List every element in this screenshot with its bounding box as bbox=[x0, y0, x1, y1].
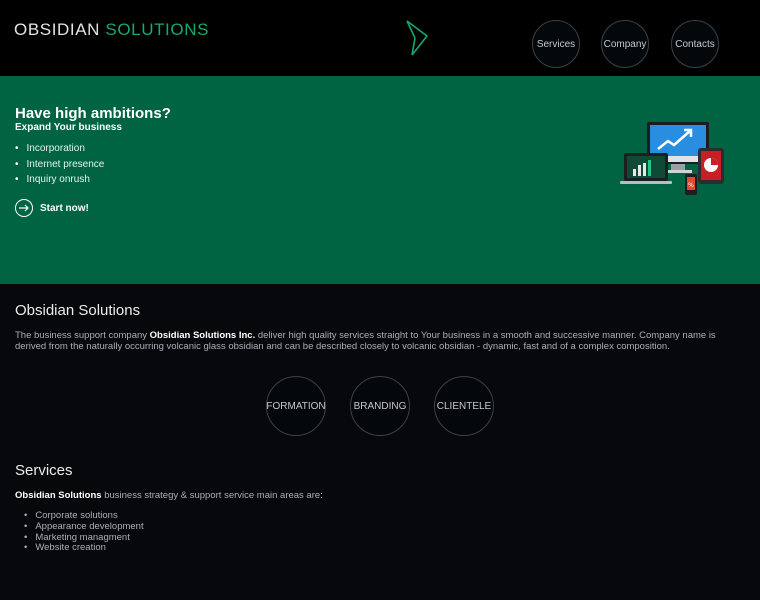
logo-word-solutions: SOLUTIONS bbox=[105, 20, 210, 39]
services-title: Services bbox=[15, 462, 73, 479]
start-now-button[interactable]: Start now! bbox=[15, 199, 89, 217]
service-item: Appearance development bbox=[24, 521, 143, 533]
devices-illustration: % bbox=[620, 122, 724, 195]
svg-text:%: % bbox=[688, 182, 694, 189]
service-item: Website creation bbox=[24, 543, 144, 554]
nav-services-button[interactable]: Services bbox=[532, 20, 580, 68]
services-intro-company: Obsidian Solutions bbox=[15, 490, 102, 501]
start-now-label: Start now! bbox=[40, 202, 89, 214]
hero-bullet: Internet presence bbox=[15, 157, 105, 173]
arrow-right-icon bbox=[15, 199, 33, 217]
logo-word-obsidian: OBSIDIAN bbox=[14, 20, 101, 39]
hero-bullet: Inquiry onrush bbox=[15, 172, 104, 188]
nav-company-button[interactable]: Company bbox=[601, 20, 649, 68]
feature-formation-circle[interactable]: FORMATION bbox=[266, 376, 326, 436]
site-header: OBSIDIAN SOLUTIONS Services Company Cont… bbox=[0, 0, 760, 76]
about-text-prefix: The business support company bbox=[15, 330, 150, 341]
hero-bullet-list: Incorporation Internet presence Inquiry … bbox=[15, 141, 105, 188]
hero-banner: Have high ambitions? Expand Your busines… bbox=[0, 76, 760, 284]
feature-clientele-circle[interactable]: CLIENTELE bbox=[434, 376, 494, 436]
services-intro-text: business strategy & support service main… bbox=[101, 490, 323, 501]
services-list: Corporate solutions Appearance developme… bbox=[24, 510, 144, 554]
about-title: Obsidian Solutions bbox=[15, 302, 141, 319]
triangle-emblem-icon bbox=[406, 20, 429, 56]
services-intro: Obsidian Solutions business strategy & s… bbox=[15, 490, 323, 501]
feature-branding-circle[interactable]: BRANDING bbox=[350, 376, 410, 436]
about-paragraph: The business support company Obsidian So… bbox=[15, 330, 745, 352]
hero-subtitle: Expand Your business bbox=[15, 122, 122, 133]
logo[interactable]: OBSIDIAN SOLUTIONS bbox=[14, 20, 209, 40]
hero-bullet: Incorporation bbox=[15, 141, 104, 157]
nav-contacts-button[interactable]: Contacts bbox=[671, 20, 719, 68]
about-company-name: Obsidian Solutions Inc. bbox=[149, 330, 256, 341]
hero-title: Have high ambitions? bbox=[15, 105, 171, 122]
